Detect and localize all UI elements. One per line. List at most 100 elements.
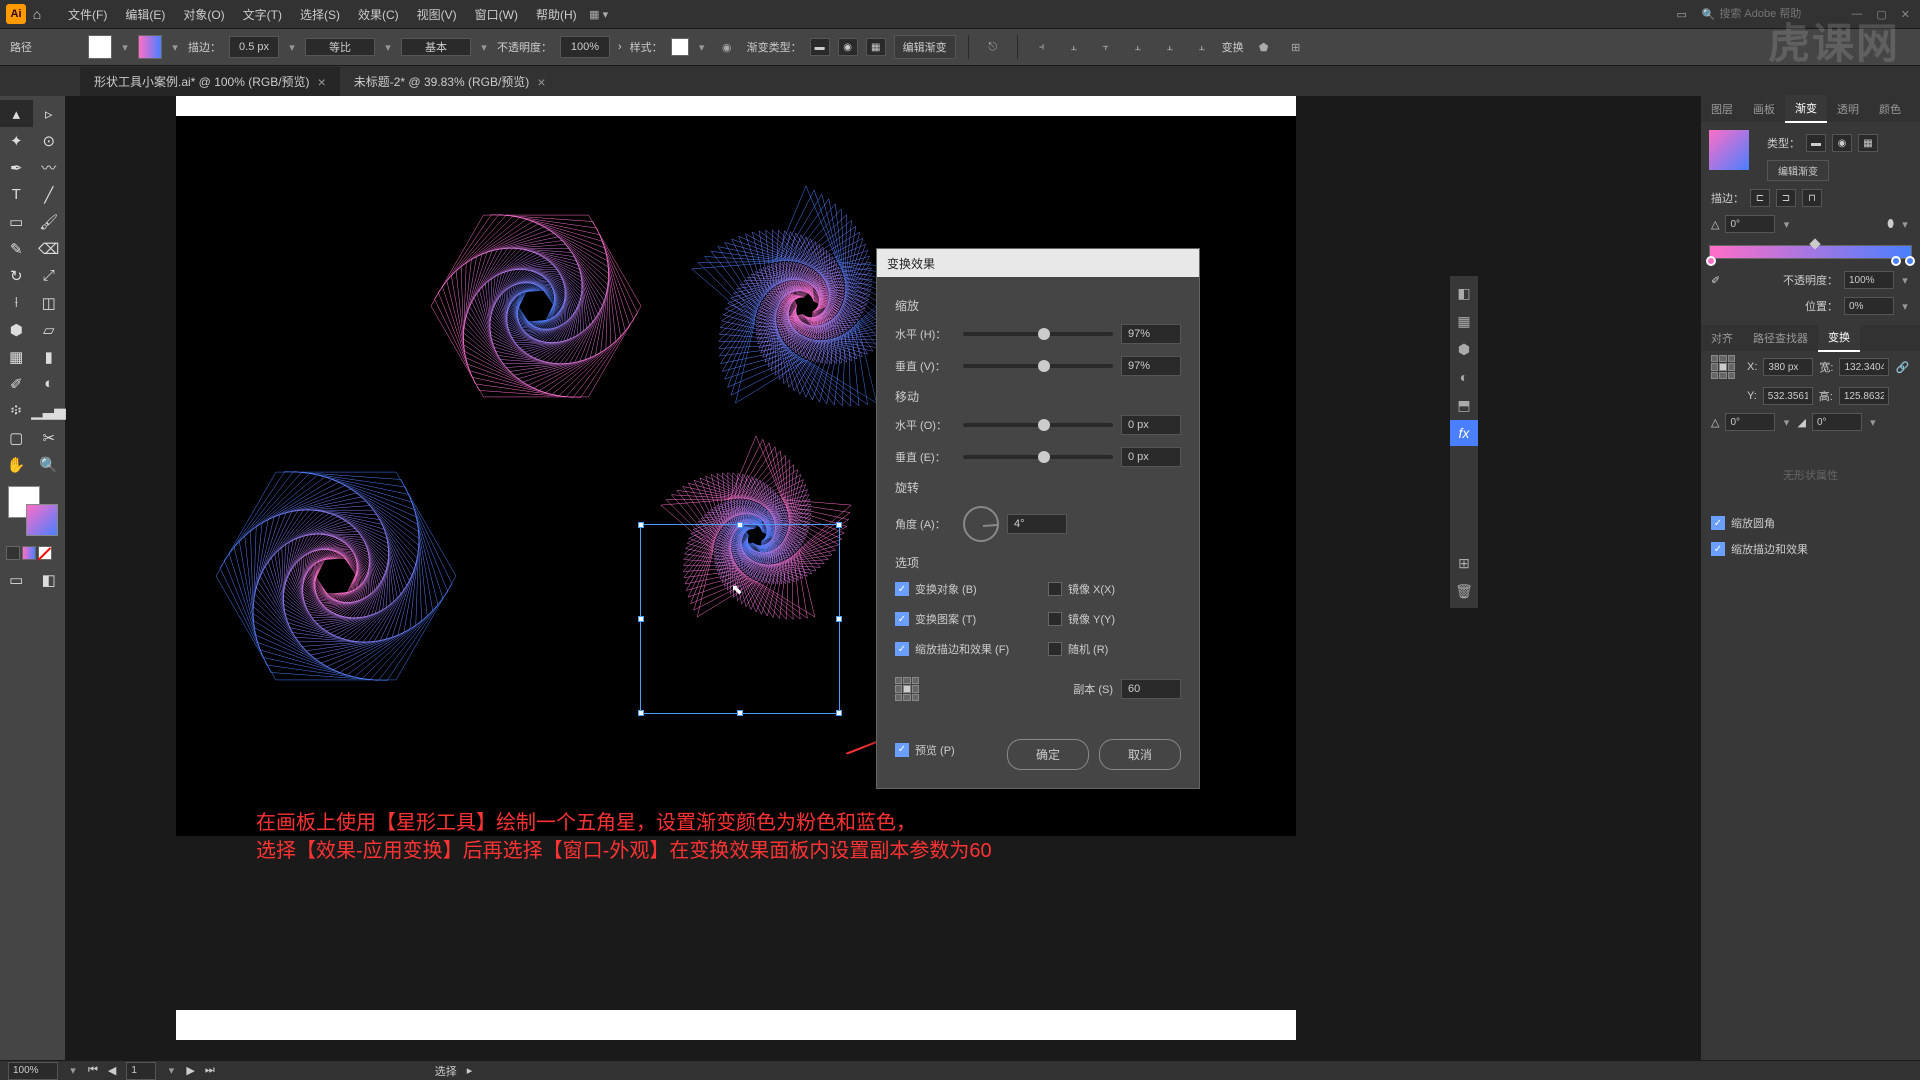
grad-angle-input[interactable] [1725,215,1775,233]
isolate-icon[interactable]: ⎋ [981,35,1005,59]
link-icon[interactable]: 🔗 [1895,361,1909,374]
width-tool[interactable]: ⟊ [0,289,33,316]
eraser-tool[interactable]: ⌫ [33,235,66,262]
cancel-button[interactable]: 取消 [1099,739,1181,770]
tab-transform[interactable]: 变换 [1818,324,1860,352]
gradient-mode[interactable] [22,546,36,560]
stroke-width-input[interactable] [229,36,279,58]
zoom-input[interactable] [8,1062,58,1080]
doc-tab-1[interactable]: 形状工具小案例.ai* @ 100% (RGB/预览)× [80,67,340,96]
w-input[interactable] [1839,358,1889,376]
blend-tool[interactable]: ◐ [33,370,66,397]
stroke-dd[interactable]: ▾ [170,41,180,54]
gradient-stop-3[interactable] [1905,256,1915,266]
shape-icon[interactable]: ⬟ [1252,35,1276,59]
copies-input[interactable] [1121,679,1181,699]
tab-pathfinder[interactable]: 路径查找器 [1743,325,1818,351]
color-mode[interactable] [6,546,20,560]
rotate-tool[interactable]: ↻ [0,262,33,289]
scale-v-slider[interactable] [963,364,1113,368]
preview-checkbox[interactable]: ✓ [895,743,909,757]
symbol-sprayer-tool[interactable]: ፨ [0,397,32,424]
window-max[interactable]: ▢ [1872,6,1890,23]
menu-view[interactable]: 视图(V) [409,2,465,27]
slice-tool[interactable]: ✂ [33,424,66,451]
stroke-swatch[interactable] [138,35,162,59]
gradient-stop-1[interactable] [1706,256,1716,266]
curvature-tool[interactable]: 〰 [33,154,66,181]
panel-icon[interactable]: ⬢ [1450,336,1478,362]
menu-edit[interactable]: 编辑(E) [117,2,173,27]
paintbrush-tool[interactable]: 🖌 [33,208,66,235]
angle-dial[interactable] [963,506,999,542]
stop-position-input[interactable] [1844,297,1894,315]
lasso-tool[interactable]: ⊙ [33,127,66,154]
scale-h-slider[interactable] [963,332,1113,336]
scale-strokes-checkbox[interactable]: ✓ [895,642,909,656]
stop-opacity-input[interactable] [1844,271,1894,289]
edit-gradient-btn[interactable]: 编辑渐变 [1767,160,1829,181]
align-vcenter-icon[interactable]: ⫠ [1158,35,1182,59]
gradient-ramp[interactable] [1709,245,1912,259]
zoom-tool[interactable]: 🔍 [33,451,66,478]
opacity-input[interactable] [560,36,610,58]
arrange-icon[interactable]: ▦ ▾ [587,2,611,26]
status-arrow[interactable]: ▸ [467,1064,473,1077]
trash-icon[interactable]: 🗑 [1450,578,1478,604]
resize-handle[interactable] [737,710,743,716]
h-input[interactable] [1839,387,1889,405]
resize-handle[interactable] [836,710,842,716]
menu-type[interactable]: 文字(T) [235,2,290,27]
grad-radial-btn[interactable]: ◉ [1832,134,1852,152]
artboard-nav-input[interactable] [126,1062,156,1080]
search-box[interactable]: 🔍 [1702,8,1840,21]
transform-pattern-checkbox[interactable]: ✓ [895,612,909,626]
stroke-grad-2[interactable]: ⊐ [1776,189,1796,207]
menu-file[interactable]: 文件(F) [60,2,115,27]
close-icon[interactable]: × [318,74,326,90]
move-v-slider[interactable] [963,455,1113,459]
move-h-input[interactable] [1121,415,1181,435]
transform-object-checkbox[interactable]: ✓ [895,582,909,596]
stroke-color[interactable] [26,504,58,536]
random-checkbox[interactable] [1048,642,1062,656]
screen-mode-2[interactable]: ◧ [33,566,66,593]
tab-align[interactable]: 对齐 [1701,325,1743,351]
align-top-icon[interactable]: ⫠ [1126,35,1150,59]
search-input[interactable] [1719,8,1839,20]
type-tool[interactable]: T [0,181,33,208]
menu-window[interactable]: 窗口(W) [467,2,526,27]
resize-handle[interactable] [638,522,644,528]
grad-freeform[interactable]: ▦ [866,38,886,56]
scale-strokes-chk[interactable]: ✓ [1711,542,1725,556]
x-input[interactable] [1763,358,1813,376]
hand-tool[interactable]: ✋ [0,451,33,478]
grad-linear-btn[interactable]: ▬ [1806,134,1826,152]
brush-select[interactable]: 基本 [401,38,471,56]
selection-tool[interactable]: ▴ [0,100,33,127]
scale-v-input[interactable] [1121,356,1181,376]
profile-select[interactable]: 等比 [305,38,375,56]
align-right-icon[interactable]: ⫟ [1094,35,1118,59]
grad-radial[interactable]: ◉ [838,38,858,56]
doc-tab-2[interactable]: 未标题-2* @ 39.83% (RGB/预览)× [340,67,560,96]
scale-h-input[interactable] [1121,324,1181,344]
nav-prev-icon[interactable]: ◀ [108,1064,116,1077]
nav-next-icon[interactable]: ▶ [186,1064,194,1077]
recolor-icon[interactable]: ◉ [715,35,739,59]
rectangle-tool[interactable]: ▭ [0,208,33,235]
resize-handle[interactable] [737,522,743,528]
align-hcenter-icon[interactable]: ⫠ [1062,35,1086,59]
tab-gradient[interactable]: 渐变 [1785,95,1827,123]
panel-icon[interactable]: ◐ [1450,364,1478,390]
none-mode[interactable] [38,546,52,560]
magic-wand-tool[interactable]: ✦ [0,127,33,154]
nav-first-icon[interactable]: ⏮ [88,1064,98,1077]
opacity-arrow[interactable]: › [618,41,622,53]
tab-transparency[interactable]: 透明 [1827,96,1869,122]
selection-bounds[interactable] [640,524,840,714]
graph-tool[interactable]: ▁▃▅ [32,397,65,424]
move-h-slider[interactable] [963,423,1113,427]
direct-select-tool[interactable]: ▹ [33,100,66,127]
mirror-y-checkbox[interactable] [1048,612,1062,626]
